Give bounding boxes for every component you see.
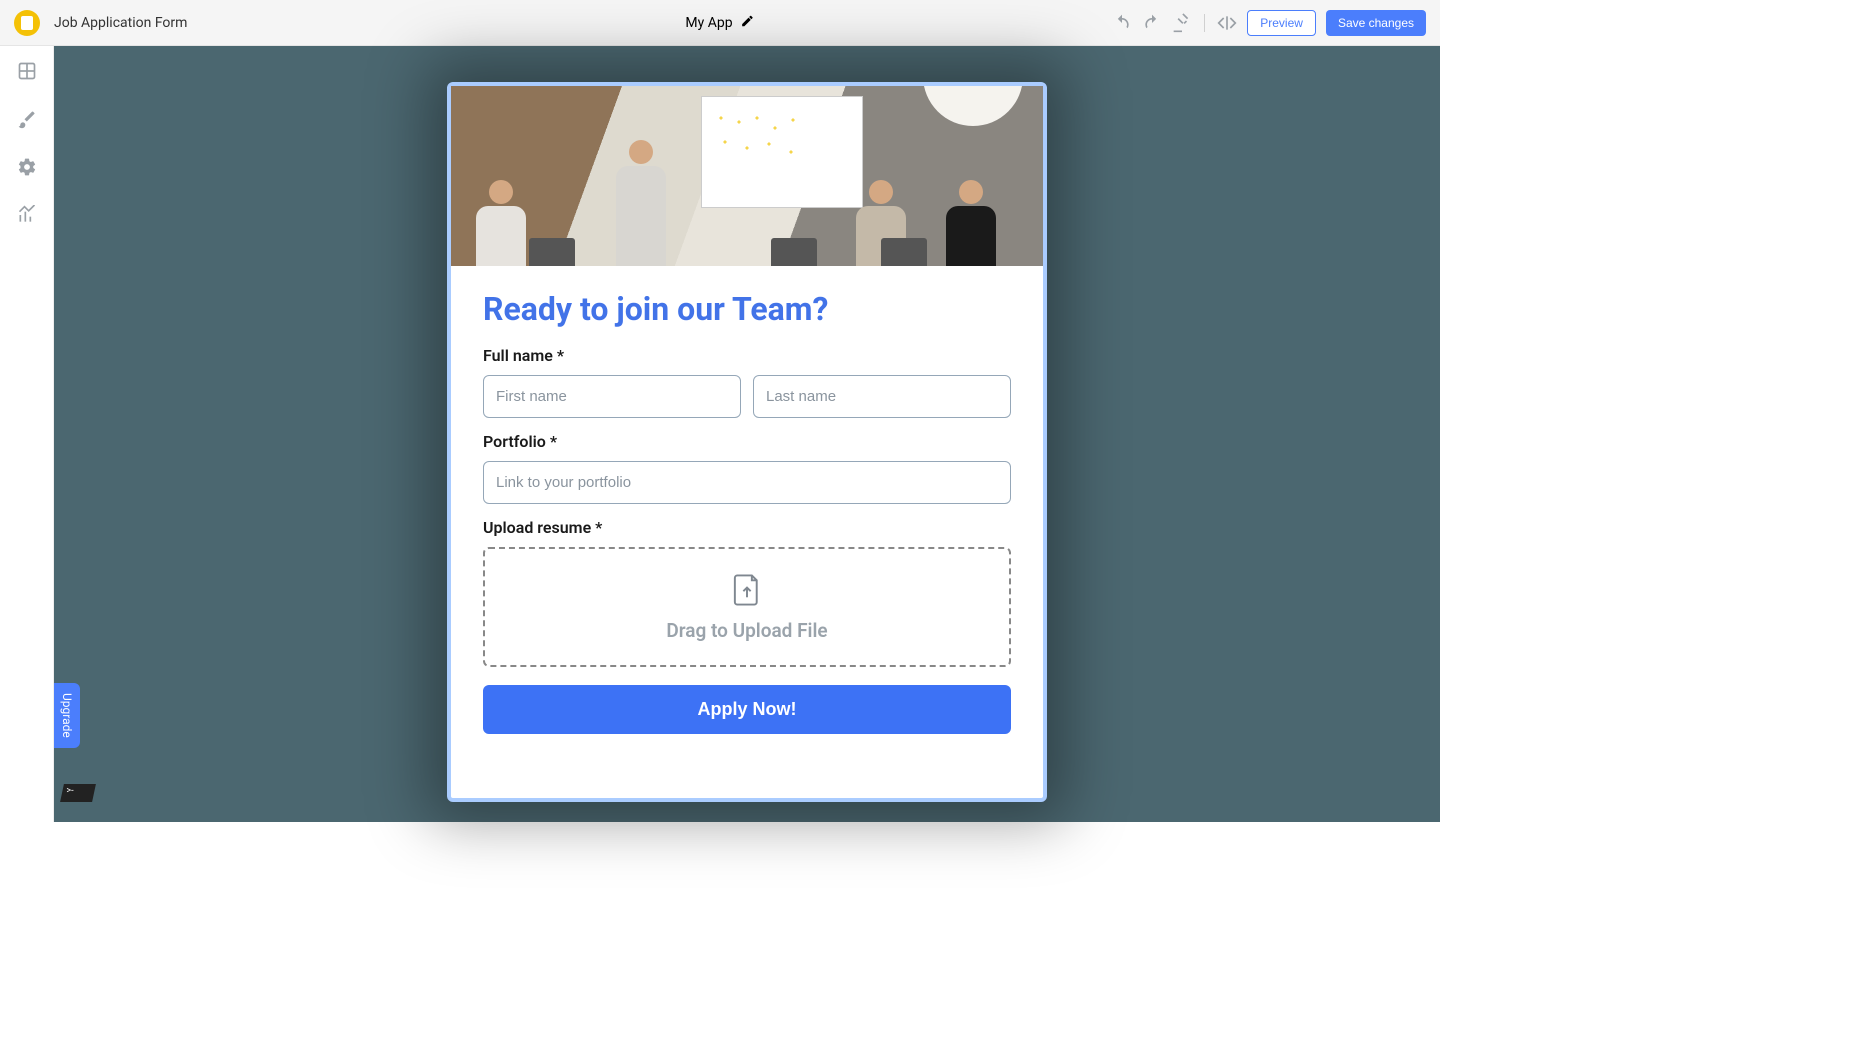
divider [1204,14,1205,32]
gavel-icon[interactable] [1172,13,1192,33]
gear-icon[interactable] [16,156,38,178]
analytics-icon[interactable] [16,204,38,226]
form-heading: Ready to join our Team? [483,290,1011,328]
app-name[interactable]: My App [685,14,754,32]
lastname-input[interactable] [753,375,1011,418]
firstname-input[interactable] [483,375,741,418]
page-title: Job Application Form [54,15,187,31]
upgrade-tab[interactable]: Upgrade [54,683,80,748]
topbar: Job Application Form My App Preview Save… [0,0,1440,46]
paintbrush-icon[interactable] [16,108,38,130]
apply-button[interactable]: Apply Now! [483,685,1011,734]
portfolio-label: Portfolio * [483,432,1011,451]
redo-icon[interactable] [1142,13,1162,33]
canvas[interactable]: Ready to join our Team? Full name * Port… [54,46,1440,822]
drop-text: Drag to Upload File [666,619,827,642]
console-icon[interactable] [60,784,96,802]
save-button[interactable]: Save changes [1326,10,1426,36]
preview-button[interactable]: Preview [1247,10,1316,36]
portfolio-input[interactable] [483,461,1011,504]
grid-icon[interactable] [16,60,38,82]
upload-dropzone[interactable]: Drag to Upload File [483,547,1011,667]
edit-icon[interactable] [741,14,755,32]
hero-image [451,86,1043,266]
fullname-label: Full name * [483,346,1011,365]
undo-icon[interactable] [1112,13,1132,33]
app-name-text: My App [685,15,732,31]
form-card[interactable]: Ready to join our Team? Full name * Port… [447,82,1047,802]
app-logo [14,10,40,36]
left-sidebar [0,46,54,822]
upload-label: Upload resume * [483,518,1011,537]
code-icon[interactable] [1217,13,1237,33]
upload-file-icon [732,573,762,611]
